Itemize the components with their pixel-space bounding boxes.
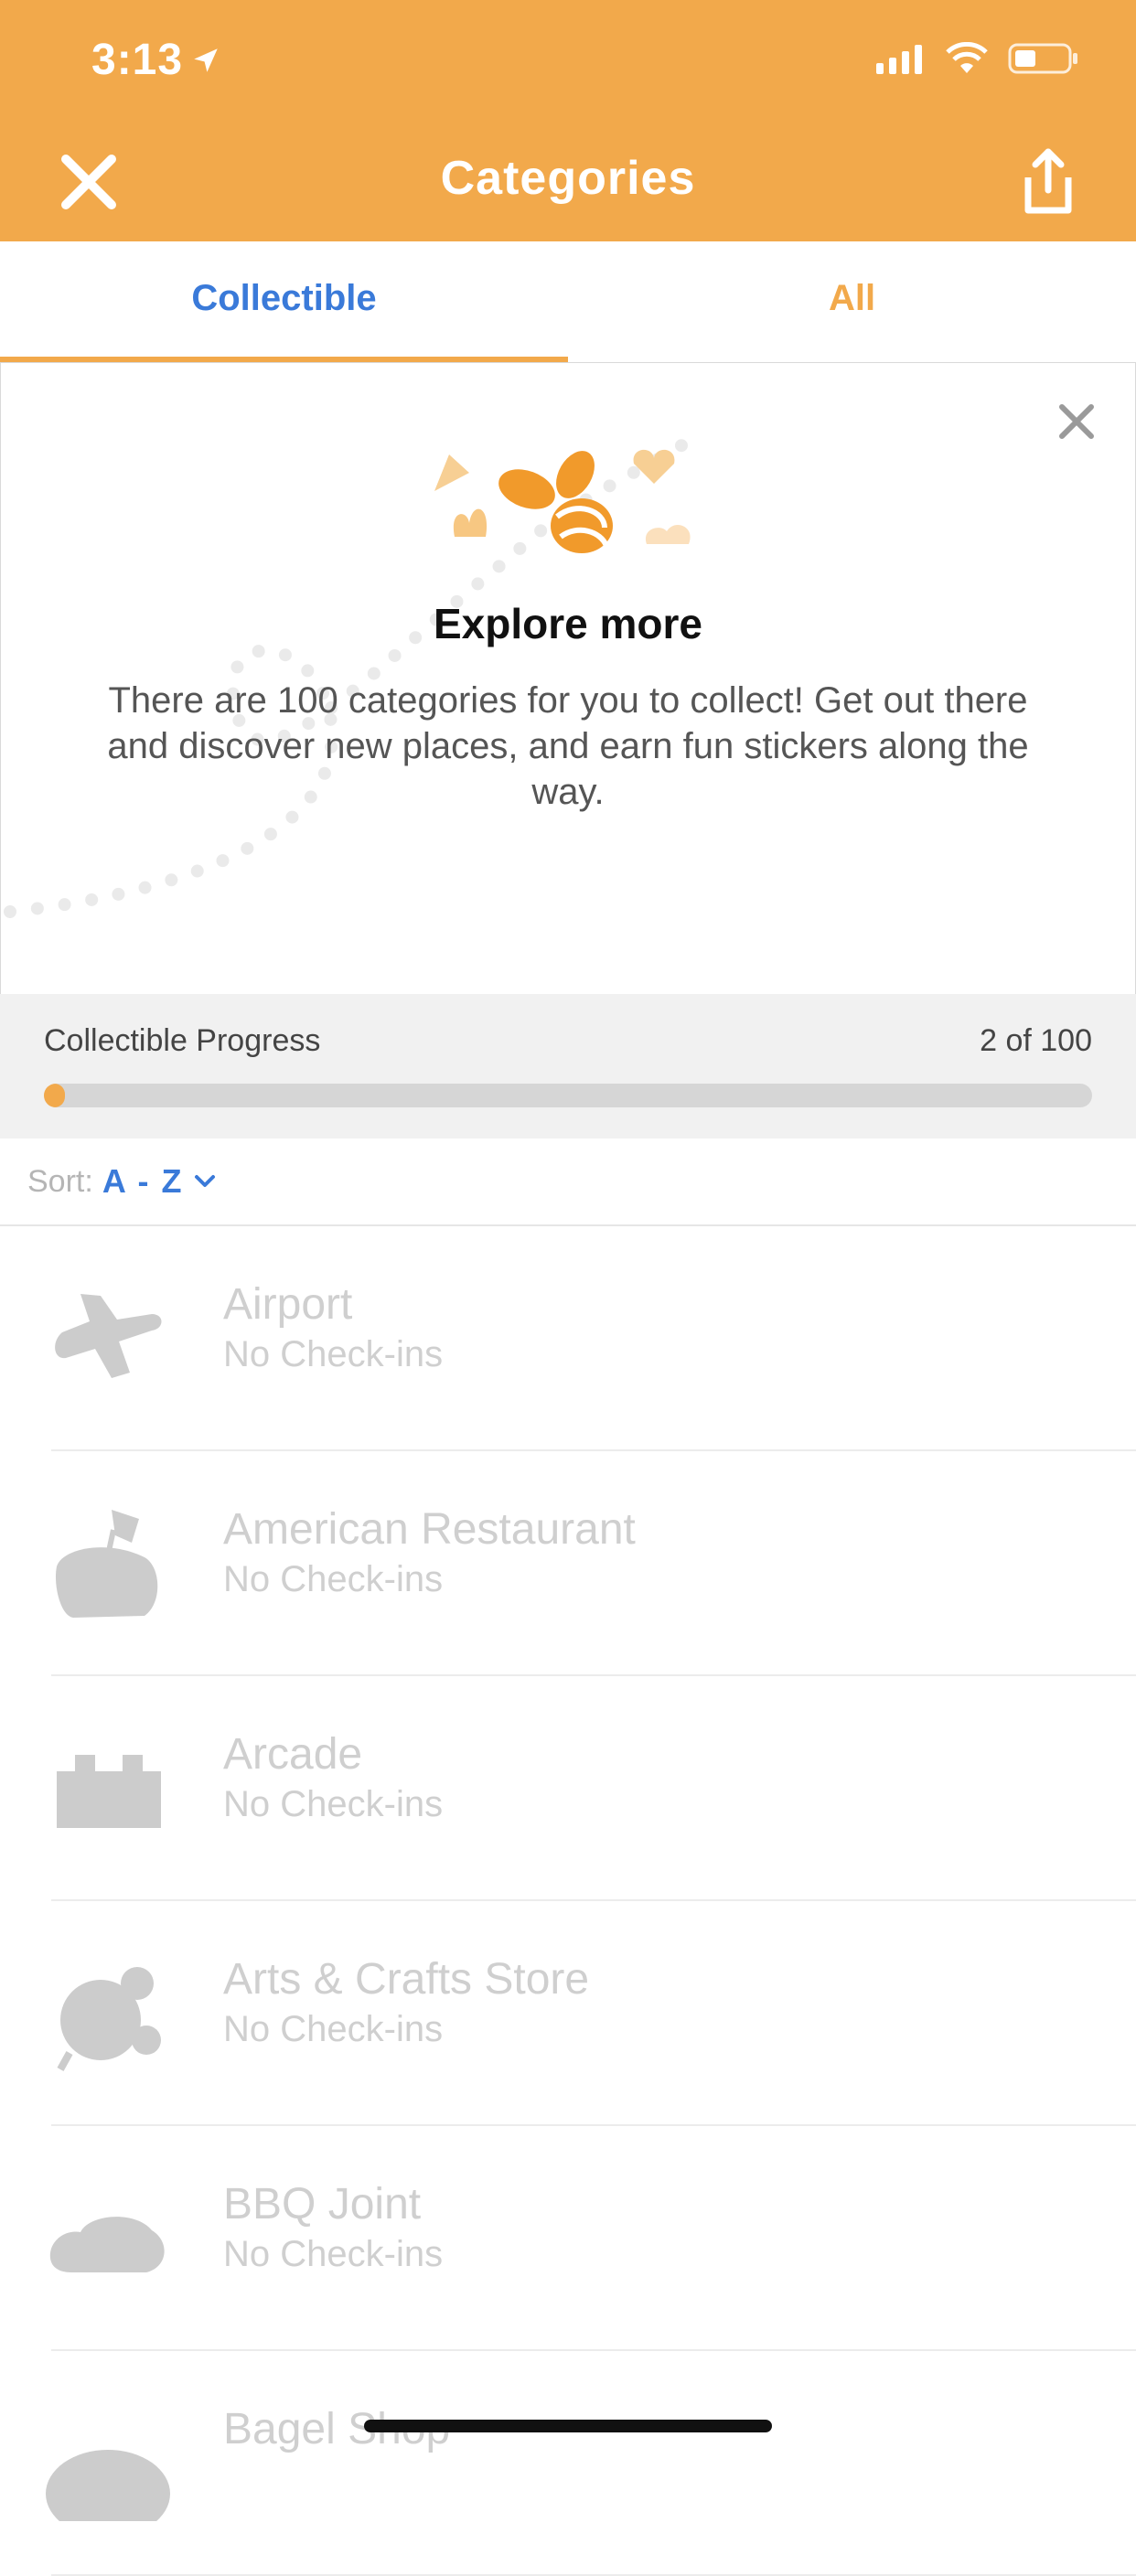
list-item[interactable]: Bagel Shop (46, 2351, 1136, 2576)
category-checkins: No Check-ins (223, 1784, 444, 1824)
home-indicator[interactable] (364, 2420, 772, 2432)
sort-label: Sort: (27, 1163, 93, 1199)
category-checkins: No Check-ins (223, 1334, 444, 1374)
category-name: Arcade (223, 1730, 363, 1779)
share-button[interactable] (1015, 146, 1081, 219)
explore-card: Explore more There are 100 categories fo… (0, 362, 1136, 995)
list-item[interactable]: Arts & Crafts Store No Check-ins (51, 1901, 1136, 2126)
battery-icon (1008, 43, 1077, 74)
category-checkins: No Check-ins (223, 2009, 444, 2049)
burger-flag-icon (55, 1510, 158, 1618)
explore-title: Explore more (434, 600, 702, 647)
list-item[interactable]: BBQ Joint No Check-ins (49, 2126, 1136, 2351)
list-item[interactable]: American Restaurant No Check-ins (51, 1451, 1136, 1676)
craft-icon (57, 1967, 161, 2071)
signal-icon (876, 45, 922, 74)
status-time: 3:13 (91, 36, 184, 84)
tab-all[interactable]: All (568, 241, 1136, 362)
status-icons (876, 42, 1079, 75)
page-title: Categories (440, 152, 696, 205)
airplane-icon (55, 1294, 162, 1378)
tab-collectible[interactable]: Collectible (0, 241, 568, 362)
category-name: BBQ Joint (223, 2180, 422, 2229)
card-close-button[interactable] (1058, 403, 1095, 440)
bee-mascot-icon (434, 449, 691, 553)
arcade-icon (57, 1755, 161, 1828)
category-name: American Restaurant (223, 1505, 636, 1554)
category-checkins: No Check-ins (223, 1559, 444, 1599)
app-header: 3:13 Categories (0, 0, 1136, 241)
sort-control[interactable]: Sort: A - Z (0, 1138, 1136, 1226)
category-name: Airport (223, 1280, 353, 1329)
list-item[interactable]: Airport No Check-ins (51, 1226, 1136, 1451)
status-time-group: 3:13 (91, 35, 221, 85)
progress-bar (44, 1084, 1092, 1107)
category-list: Airport No Check-ins American Restaurant… (0, 1226, 1136, 2576)
progress-count: 2 of 100 (980, 1023, 1092, 1058)
sort-value[interactable]: A - Z (102, 1162, 184, 1201)
tab-bar: Collectible All (0, 241, 1136, 364)
wifi-icon (946, 42, 988, 73)
location-arrow-icon (194, 48, 218, 72)
chevron-down-icon (195, 1175, 216, 1187)
collectible-progress: Collectible Progress 2 of 100 (0, 994, 1136, 1138)
list-item[interactable]: Arcade No Check-ins (51, 1676, 1136, 1901)
share-icon (1024, 148, 1072, 214)
progress-bar-fill (44, 1084, 65, 1107)
explore-description: There are 100 categories for you to coll… (107, 680, 1029, 812)
bbq-icon (49, 2217, 165, 2272)
category-checkins: No Check-ins (223, 2234, 444, 2274)
bagel-icon (46, 2450, 170, 2521)
close-icon (1059, 404, 1094, 439)
progress-label: Collectible Progress (44, 1023, 321, 1058)
category-name: Arts & Crafts Store (223, 1955, 590, 2004)
